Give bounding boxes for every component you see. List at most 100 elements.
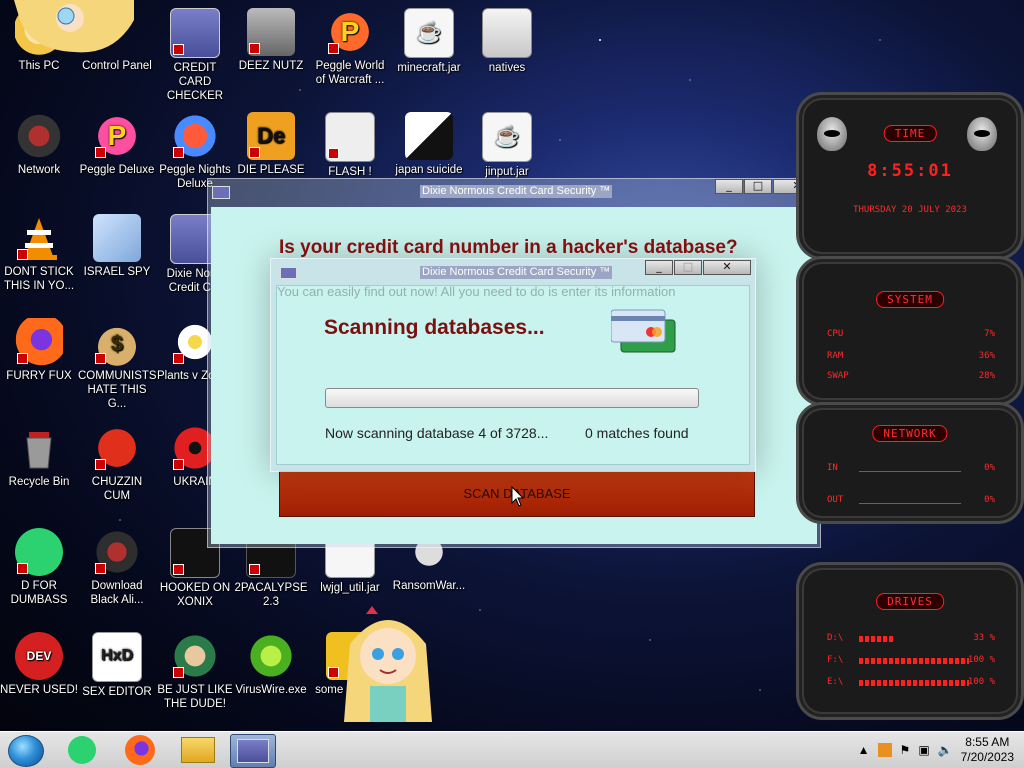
mouse-cursor-icon [511, 485, 525, 512]
java-icon: ☕ [404, 8, 454, 58]
app-icon [212, 186, 230, 199]
desktop-icon-vlc[interactable]: DONT STICK THIS IN YO... [0, 214, 78, 293]
desktop-icon-peggle-wow[interactable]: P Peggle World of Warcraft ... [311, 8, 389, 87]
cpu-row: CPU 7% [827, 329, 995, 339]
desktop-icon-deez-nutz[interactable]: DEEZ NUTZ [232, 8, 310, 73]
network-icon[interactable]: ▣ [918, 743, 929, 757]
start-button[interactable] [8, 735, 44, 767]
taskbar-file-explorer[interactable] [176, 734, 220, 766]
volume-icon[interactable]: 🔈 [938, 743, 953, 757]
star-butterfly-mascot [340, 604, 436, 728]
maximize-button[interactable]: □ [744, 179, 772, 194]
desktop-icon-never-used[interactable]: DEV NEVER USED! [0, 632, 78, 697]
headline: Is your credit card number in a hacker's… [279, 237, 738, 258]
window-title: Dixie Normous Credit Card Security ™ [420, 185, 613, 198]
time-widget: TIME 8:55:01 THURSDAY 20 JULY 2023 [796, 92, 1024, 260]
hxd-editor-icon: HxD [92, 632, 142, 682]
chat-bubble-icon [68, 736, 96, 764]
folder-zip-icon [482, 8, 532, 58]
drive-d-row: D:\ 33 % [827, 633, 995, 643]
dialog-content: You can easily find out now! All you nee… [276, 284, 750, 465]
system-title: SYSTEM [876, 291, 944, 308]
dude-avatar-icon [171, 632, 219, 680]
scan-progress-bar [325, 388, 699, 408]
drive-e-bar [859, 680, 969, 686]
drive-f-bar [859, 658, 969, 664]
desktop-icon-download-black-alien[interactable]: Download Black Ali... [78, 528, 156, 607]
taskbar-credit-card-app[interactable] [230, 734, 276, 768]
recycle-bin-icon [15, 424, 63, 472]
peggle-icon: P [93, 112, 141, 160]
star-butterfly-corner [14, 0, 134, 56]
desktop-icon-recycle-bin[interactable]: Recycle Bin [0, 424, 78, 489]
desktop-icon-communists[interactable]: $ COMMUNISTS HATE THIS G... [78, 318, 157, 411]
app-icon [280, 267, 297, 279]
show-hidden-icons-icon[interactable]: ▲ [858, 743, 870, 757]
taskbar: ▲ ⚑ ▣ 🔈 8:55 AM 7/20/2023 [0, 731, 1024, 768]
background-instructions: You can easily find out now! All you nee… [277, 284, 676, 299]
minimize-button[interactable]: _ [715, 179, 743, 194]
ram-row: RAM 36% [827, 351, 995, 361]
limewire-icon [247, 632, 295, 680]
taskbar-firefox[interactable] [118, 734, 162, 766]
desktop-icon-network[interactable]: Network [0, 112, 78, 177]
maximize-button: □ [674, 260, 702, 275]
desktop-icon-credit-card-checker[interactable]: CREDIT CARD CHECKER [156, 8, 234, 103]
desktop-icon-chuzzin[interactable]: CHUZZIN CUM [78, 424, 156, 503]
desktop-icon-japan-suicide[interactable]: japan suicide [390, 112, 468, 177]
dialog-title: Dixie Normous Credit Card Security ™ [420, 266, 613, 279]
scanning-title: Scanning databases... [324, 316, 545, 339]
network-share-icon [93, 214, 141, 262]
flash-file-icon [325, 112, 375, 162]
desktop-icon-be-just-like-the-dude[interactable]: BE JUST LIKE THE DUDE! [156, 632, 234, 711]
system-tray: ▲ ⚑ ▣ 🔈 8:55 AM 7/20/2023 [858, 732, 1014, 768]
peggle-icon: P [326, 8, 374, 56]
alien-icon [93, 528, 141, 576]
drives-title: DRIVES [876, 593, 944, 610]
network-widget: NETWORK IN 0% OUT 0% [796, 402, 1024, 524]
folder-icon [181, 737, 215, 763]
minimize-button[interactable]: _ [645, 260, 673, 275]
desktop-icon-d-for-dumbass[interactable]: D FOR DUMBASS [0, 528, 78, 607]
firefox-icon [125, 735, 155, 765]
desktop-icon-viruswire[interactable]: VirusWire.exe [232, 632, 310, 697]
drives-widget: DRIVES D:\ 33 % F:\ 100 % E:\ 100 % [796, 562, 1024, 720]
time-title: TIME [883, 125, 937, 142]
system-widget: SYSTEM CPU 7% RAM 36% SWAP 28% [796, 256, 1024, 406]
firefox-icon [15, 318, 63, 366]
devcpp-icon: DEV [15, 632, 63, 680]
taskbar-chat-app[interactable] [60, 734, 104, 766]
alien-network-icon [15, 112, 63, 160]
money-bag-icon: $ [93, 318, 141, 366]
clock-date: 7/20/2023 [960, 750, 1014, 764]
java-icon: ☕ [482, 112, 532, 162]
time-date: THURSDAY 20 JULY 2023 [853, 205, 967, 215]
desktop-icon-jinput-jar[interactable]: ☕ jinput.jar [468, 112, 546, 179]
desktop-icon-flash[interactable]: FLASH ! [311, 112, 389, 179]
desktop-icon-peggle-deluxe[interactable]: P Peggle Deluxe [78, 112, 156, 177]
taskbar-clock[interactable]: 8:55 AM 7/20/2023 [961, 735, 1014, 765]
close-button[interactable]: ✕ [703, 260, 751, 275]
credit-card-app-icon [237, 739, 269, 763]
clock-time: 8:55 AM [965, 735, 1010, 749]
credit-cards-icon [610, 308, 676, 354]
desktop-icon-sex-editor[interactable]: HxD SEX EDITOR [78, 632, 156, 699]
peggle-nights-icon [171, 112, 219, 160]
swap-row: SWAP 28% [827, 371, 995, 381]
desktop-icon-natives[interactable]: natives [468, 8, 546, 75]
drive-d-bar [859, 636, 895, 642]
matches-count: 0 matches found [585, 425, 689, 441]
window-titlebar[interactable]: Dixie Normous Credit Card Security ™ _ □… [208, 179, 821, 206]
desktop-icon-israel-spy[interactable]: ISRAEL SPY [78, 214, 156, 279]
flag-icon[interactable]: ⚑ [900, 743, 911, 757]
app-tray-icon[interactable] [877, 743, 892, 757]
network-title: NETWORK [872, 425, 948, 442]
scanning-dialog[interactable]: Dixie Normous Credit Card Security ™ _ □… [270, 258, 756, 472]
vlc-cone-icon [15, 214, 63, 262]
desktop-icon-die-please[interactable]: De DIE PLEASE [232, 112, 310, 177]
network-graph [859, 503, 961, 504]
desktop-icon-furry-fux[interactable]: FURRY FUX [0, 318, 78, 383]
scan-status: Now scanning database 4 of 3728... [325, 425, 549, 441]
time-clock: 8:55:01 [867, 161, 953, 181]
desktop-icon-minecraft-jar[interactable]: ☕ minecraft.jar [390, 8, 468, 75]
